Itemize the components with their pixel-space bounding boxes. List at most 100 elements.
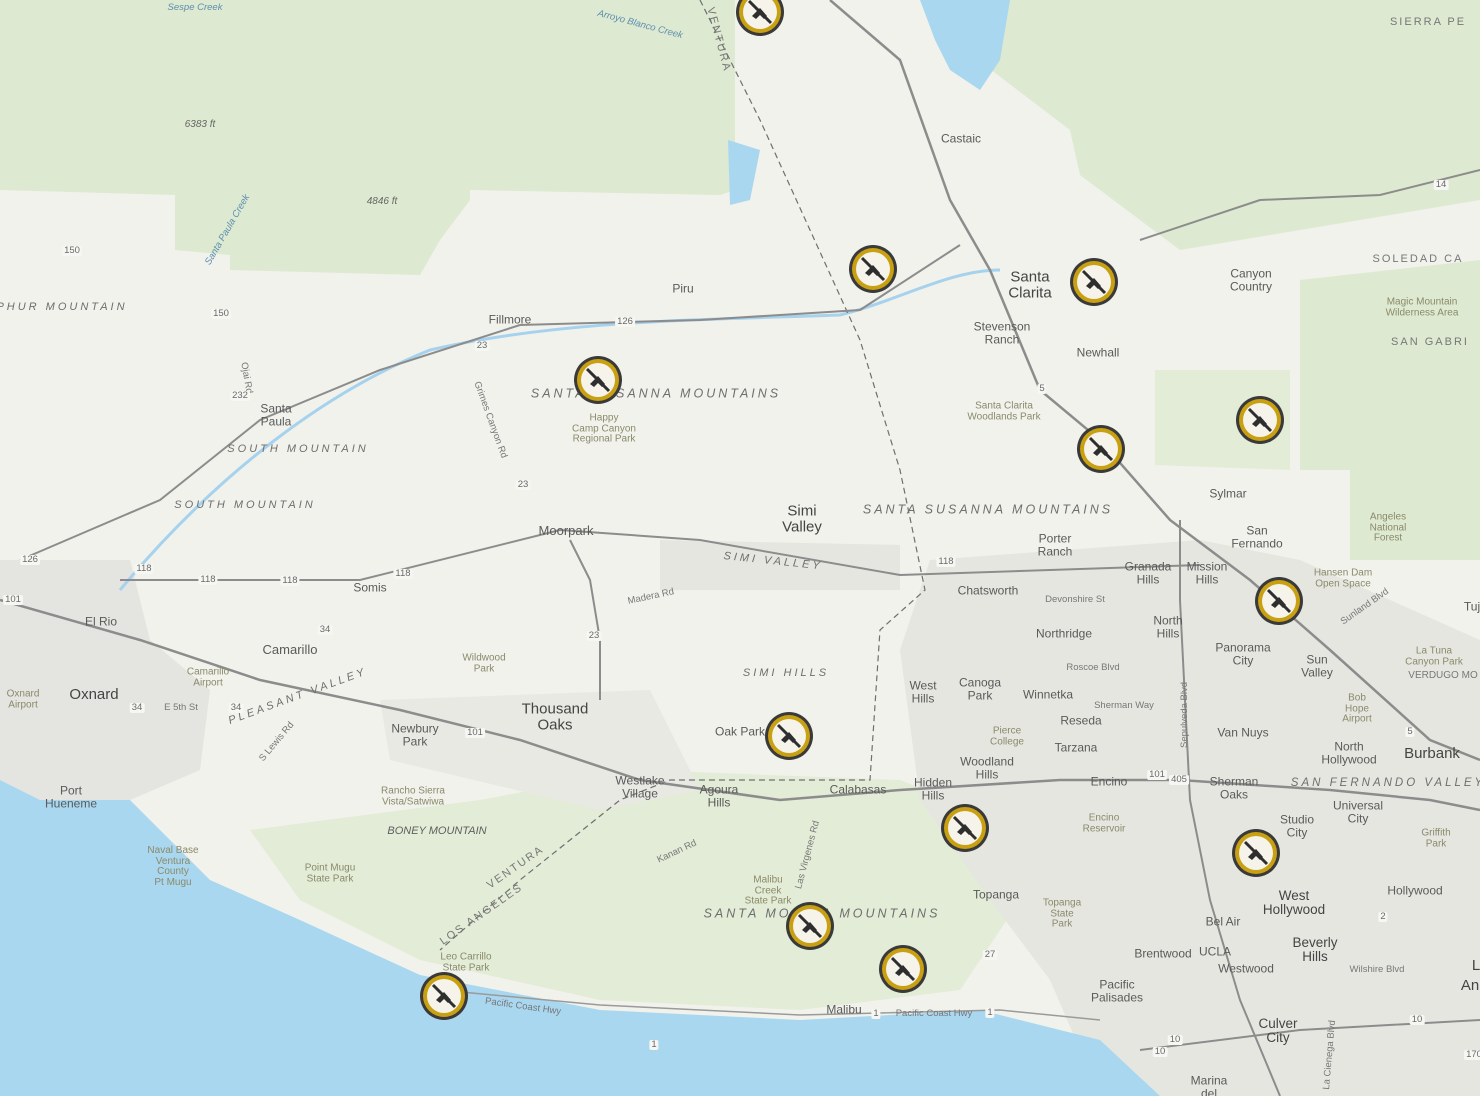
label-soledad: SOLEDAD CA xyxy=(1372,253,1464,266)
label-reseda: Reseda xyxy=(1060,713,1102,728)
fire-incident-icon xyxy=(879,945,927,993)
label-piru: Piru xyxy=(672,281,694,296)
shield-126-east: 126 xyxy=(615,316,635,328)
fire-incident-icon xyxy=(765,712,813,760)
label-sc-woodlands: Santa Clarita Woodlands Park xyxy=(967,400,1041,422)
shield-150-south: 150 xyxy=(211,308,231,320)
label-canoga-park: Canoga Park xyxy=(958,675,1002,702)
label-an-cutoff: An xyxy=(1460,977,1480,995)
shield-23-fillmore: 23 xyxy=(474,340,490,352)
label-westwood: Westwood xyxy=(1218,961,1274,976)
label-wildwood-park: Wildwood Park xyxy=(462,652,506,674)
label-sfv: SAN FERNANDO VALLEY xyxy=(1290,776,1480,789)
label-thousand-oaks: Thousand Oaks xyxy=(521,700,589,733)
fire-incident-icon xyxy=(1232,829,1280,877)
incident-marker-8[interactable] xyxy=(763,710,815,762)
label-oxnard: Oxnard xyxy=(69,686,119,704)
shield-118-a: 118 xyxy=(198,574,218,586)
label-newbury-park: Newbury Park xyxy=(391,721,439,748)
incident-marker-6[interactable] xyxy=(1075,423,1127,475)
label-sherman-way: Sherman Way xyxy=(1094,700,1154,712)
label-bel-air: Bel Air xyxy=(1205,914,1241,929)
shield-5-south: 5 xyxy=(1405,726,1415,738)
label-panorama-city: Panorama City xyxy=(1215,640,1271,667)
label-granada-hills: Granada Hills xyxy=(1124,559,1172,586)
label-san-fernando: San Fernando xyxy=(1231,523,1283,550)
shield-101-newbury: 101 xyxy=(465,727,485,739)
shield-1-b: 1 xyxy=(871,1008,881,1020)
label-la-tuna: La Tuna Canyon Park xyxy=(1405,645,1463,667)
label-malibu: Malibu xyxy=(826,1002,862,1017)
shield-118-east: 118 xyxy=(936,556,956,568)
label-port-hueneme: Port Hueneme xyxy=(44,783,98,810)
fire-incident-icon xyxy=(1070,258,1118,306)
label-roscoe: Roscoe Blvd xyxy=(1066,662,1120,674)
shield-170: 170 xyxy=(1464,1050,1480,1060)
label-l-cutoff: L xyxy=(1471,957,1480,975)
label-north-hills: North Hills xyxy=(1153,613,1183,640)
label-encino: Encino xyxy=(1090,774,1128,789)
label-van-nuys: Van Nuys xyxy=(1217,725,1269,740)
incident-marker-2[interactable] xyxy=(847,243,899,295)
label-castaic: Castaic xyxy=(940,131,982,146)
label-point-mugu-sp: Point Mugu State Park xyxy=(304,862,356,884)
label-mission-hills: Mission Hills xyxy=(1186,559,1228,586)
label-beverly-hills: Beverly Hills xyxy=(1292,934,1338,964)
label-sepulveda: Sepulveda Blvd xyxy=(1179,681,1191,749)
label-south-mtn-2: SOUTH MOUNTAIN xyxy=(174,499,316,512)
fire-incident-icon xyxy=(1077,425,1125,473)
shield-10-b: 10 xyxy=(1167,1034,1183,1046)
label-sylmar: Sylmar xyxy=(1209,486,1247,501)
incident-marker-9[interactable] xyxy=(939,802,991,854)
label-santa-paula: Santa Paula xyxy=(260,401,292,428)
label-e-5th-st: E 5th St xyxy=(164,702,198,714)
incident-marker-10[interactable] xyxy=(1230,827,1282,879)
shield-10-a: 10 xyxy=(1409,1014,1425,1026)
label-burbank: Burbank xyxy=(1404,745,1460,763)
incident-marker-1[interactable] xyxy=(734,0,786,38)
label-stevenson-ranch: Stevenson Ranch xyxy=(973,319,1031,346)
label-san-gabri: SAN GABRI xyxy=(1391,336,1469,349)
incident-marker-11[interactable] xyxy=(784,900,836,952)
incident-marker-7[interactable] xyxy=(1253,575,1305,627)
incident-marker-3[interactable] xyxy=(1068,256,1120,308)
label-griffith-park: Griffith Park xyxy=(1421,827,1451,849)
fire-incident-icon xyxy=(786,902,834,950)
label-santa-clarita: Santa Clarita xyxy=(1008,268,1052,301)
label-boney-mtn: BONEY MOUNTAIN xyxy=(387,825,487,838)
shield-126-west: 126 xyxy=(20,554,40,566)
label-oak-park: Oak Park xyxy=(714,724,766,739)
shield-101-encino: 101 xyxy=(1147,769,1167,781)
label-hidden-hills: Hidden Hills xyxy=(913,775,953,802)
label-encino-reservoir: Encino Reservoir xyxy=(1082,812,1126,834)
incident-marker-4[interactable] xyxy=(572,354,624,406)
shield-2: 2 xyxy=(1378,911,1388,923)
incident-marker-13[interactable] xyxy=(418,970,470,1022)
label-canyon-country: Canyon Country xyxy=(1229,266,1273,293)
fire-incident-icon xyxy=(736,0,784,36)
shield-118-b: 118 xyxy=(280,575,300,587)
label-sulphur-mtn: PHUR MOUNTAIN xyxy=(0,301,128,314)
label-verdugo: VERDUGO MO xyxy=(1408,669,1478,681)
label-sierra: SIERRA PE xyxy=(1389,16,1467,29)
label-culver-city: Culver City xyxy=(1258,1015,1298,1045)
label-happy-camp: Happy Camp Canyon Regional Park xyxy=(572,412,636,445)
label-hollywood: Hollywood xyxy=(1387,883,1443,898)
shield-34-b: 34 xyxy=(228,702,244,714)
label-magic-mountain: Magic Mountain Wilderness Area xyxy=(1385,296,1459,318)
label-fillmore: Fillmore xyxy=(488,312,532,327)
fire-incident-icon xyxy=(849,245,897,293)
fire-incident-icon xyxy=(1236,396,1284,444)
label-northridge: Northridge xyxy=(1035,626,1093,641)
shield-1-c: 1 xyxy=(985,1007,995,1019)
fire-incident-icon xyxy=(574,356,622,404)
map-canvas[interactable]: SIERRA PE SOLEDAD CA SAN GABRI PHUR MOUN… xyxy=(0,0,1480,1096)
shield-5-north: 5 xyxy=(1037,383,1047,395)
fire-incident-icon xyxy=(941,804,989,852)
label-el-rio: El Rio xyxy=(84,614,118,629)
label-woodland-hills: Woodland Hills xyxy=(960,754,1014,781)
incident-marker-5[interactable] xyxy=(1234,394,1286,446)
label-naval-base: Naval Base Ventura County Pt Mugu xyxy=(147,845,199,888)
label-tarzana: Tarzana xyxy=(1054,740,1098,755)
incident-marker-12[interactable] xyxy=(877,943,929,995)
